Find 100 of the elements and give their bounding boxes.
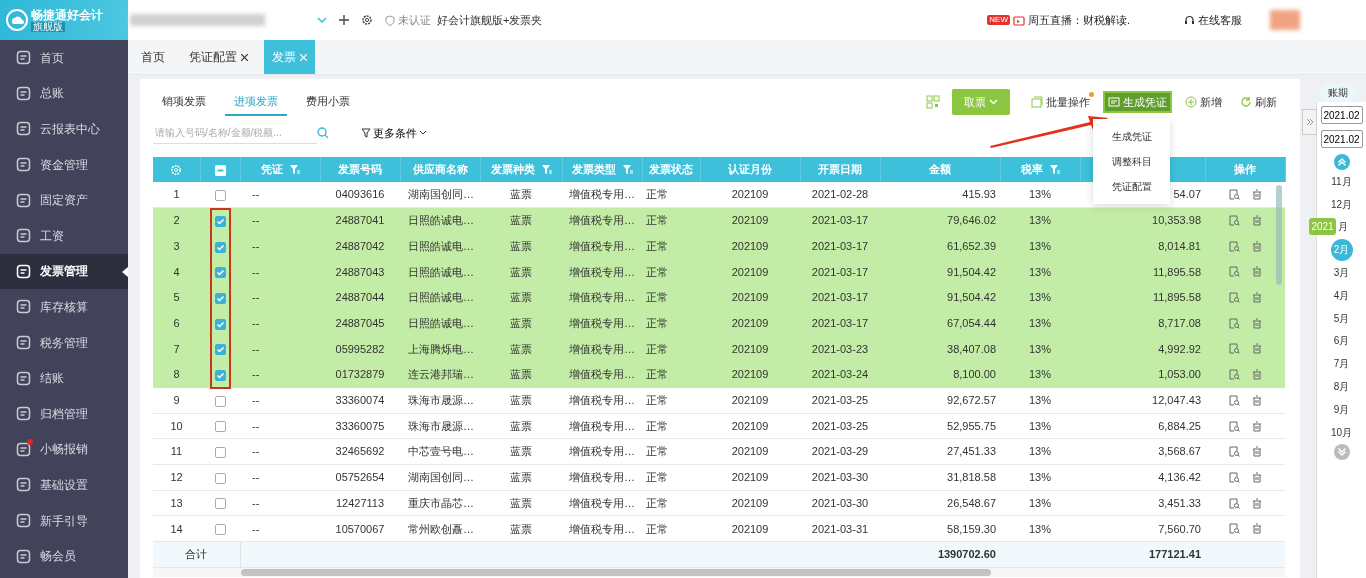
- month-item[interactable]: 11月: [1329, 173, 1354, 189]
- settings-icon[interactable]: [361, 14, 373, 26]
- sidebar-item[interactable]: 库存核算: [0, 289, 128, 325]
- document-search-icon[interactable]: [1228, 471, 1240, 483]
- batch-button[interactable]: 批量操作: [1028, 92, 1093, 112]
- row-checkbox[interactable]: [214, 267, 226, 279]
- trash-icon[interactable]: [1251, 446, 1262, 458]
- sidebar-item[interactable]: 云报表中心: [0, 111, 128, 147]
- row-checkbox[interactable]: [214, 421, 226, 433]
- filter-icon[interactable]: [1048, 164, 1060, 175]
- sub-tab[interactable]: 费用小票: [297, 87, 359, 117]
- trash-icon[interactable]: [1251, 497, 1262, 509]
- refresh-button[interactable]: 刷新: [1237, 92, 1280, 112]
- month-item[interactable]: 9月: [1331, 401, 1352, 417]
- trash-icon[interactable]: [1251, 471, 1262, 483]
- row-checkbox[interactable]: [214, 292, 226, 304]
- sidebar-item[interactable]: 工资: [0, 217, 128, 254]
- row-checkbox[interactable]: [214, 215, 226, 227]
- document-search-icon[interactable]: [1228, 369, 1240, 381]
- document-search-icon[interactable]: [1228, 266, 1240, 278]
- month-item[interactable]: 3月: [1331, 265, 1352, 281]
- row-checkbox[interactable]: [214, 370, 226, 381]
- trash-icon[interactable]: [1251, 394, 1262, 406]
- menu-item[interactable]: 生成凭证: [1093, 124, 1170, 150]
- sidebar-item[interactable]: 固定资产: [0, 182, 128, 218]
- scrollbar-thumb[interactable]: [241, 569, 991, 577]
- filter-icon[interactable]: [621, 164, 633, 175]
- trash-icon[interactable]: [1251, 343, 1262, 355]
- trash-icon[interactable]: [1251, 189, 1262, 201]
- month-item[interactable]: 12月: [1328, 196, 1355, 212]
- row-checkbox[interactable]: [214, 524, 226, 536]
- document-search-icon[interactable]: [1228, 215, 1240, 227]
- trash-icon[interactable]: [1251, 420, 1262, 432]
- trash-icon[interactable]: [1251, 266, 1262, 278]
- search-icon[interactable]: [317, 127, 329, 139]
- collapse-button[interactable]: [1302, 109, 1317, 135]
- sidebar-item[interactable]: 税务管理: [0, 324, 128, 361]
- search-field[interactable]: 请输入号码/名称/金额/税额...: [153, 122, 317, 144]
- live-link[interactable]: 周五直播：财税解读.: [1027, 11, 1130, 29]
- sidebar-item[interactable]: 新手引导: [0, 502, 128, 539]
- tab[interactable]: 凭证配置: [181, 40, 256, 74]
- qr-code-icon[interactable]: [926, 95, 940, 109]
- sidebar-item[interactable]: 总账: [0, 75, 128, 112]
- document-search-icon[interactable]: [1228, 523, 1240, 535]
- sidebar-item[interactable]: 资金管理: [0, 146, 128, 183]
- row-checkbox[interactable]: [214, 344, 226, 356]
- month-item[interactable]: 7月: [1331, 356, 1352, 372]
- row-checkbox[interactable]: [214, 395, 226, 407]
- trash-icon[interactable]: [1251, 215, 1262, 227]
- chevron-down-icon[interactable]: [317, 16, 327, 24]
- month-item[interactable]: 8月: [1331, 379, 1352, 395]
- sidebar-item[interactable]: 发票管理: [0, 253, 128, 290]
- row-checkbox[interactable]: [214, 241, 226, 253]
- trash-icon[interactable]: [1251, 317, 1262, 329]
- document-search-icon[interactable]: [1228, 446, 1240, 458]
- document-search-icon[interactable]: [1228, 497, 1240, 509]
- document-search-icon[interactable]: [1228, 317, 1240, 329]
- menu-item[interactable]: 调整科目: [1093, 149, 1170, 175]
- sidebar-item[interactable]: 归档管理: [0, 395, 128, 432]
- select-all-checkbox[interactable]: [214, 164, 226, 176]
- scroll-up-icon[interactable]: [1333, 154, 1350, 170]
- document-search-icon[interactable]: [1228, 420, 1240, 432]
- month-item[interactable]: 月: [1335, 219, 1350, 235]
- date-field[interactable]: 2021.02: [1320, 106, 1363, 124]
- trash-icon[interactable]: [1251, 292, 1262, 304]
- tab[interactable]: 首页: [133, 40, 173, 74]
- month-item[interactable]: 10月: [1328, 424, 1355, 440]
- sidebar-item[interactable]: 小畅报销: [0, 431, 128, 468]
- add-button[interactable]: 新增: [1182, 92, 1225, 112]
- row-checkbox[interactable]: [214, 498, 226, 510]
- month-item[interactable]: 5月: [1331, 310, 1352, 326]
- more-filters-button[interactable]: 更多条件: [355, 123, 433, 143]
- row-checkbox[interactable]: [214, 189, 226, 201]
- trash-icon[interactable]: [1251, 523, 1262, 535]
- filter-icon[interactable]: [288, 164, 300, 175]
- filter-icon[interactable]: [540, 164, 552, 175]
- month-item[interactable]: 6月: [1331, 333, 1352, 349]
- document-search-icon[interactable]: [1228, 240, 1240, 252]
- support-link[interactable]: 在线客服: [1198, 11, 1242, 29]
- document-search-icon[interactable]: [1228, 343, 1240, 355]
- sidebar-item[interactable]: 结账: [0, 360, 128, 396]
- month-item[interactable]: 4月: [1331, 287, 1352, 303]
- date-field[interactable]: 2021.02: [1320, 130, 1363, 148]
- sub-tab[interactable]: 销项发票: [153, 87, 215, 117]
- trash-icon[interactable]: [1251, 240, 1262, 252]
- sidebar-item[interactable]: 首页: [0, 40, 128, 76]
- menu-item[interactable]: 凭证配置: [1093, 174, 1170, 200]
- plus-icon[interactable]: [339, 15, 349, 25]
- document-search-icon[interactable]: [1228, 292, 1240, 304]
- sidebar-item[interactable]: 畅会员: [0, 538, 128, 574]
- trash-icon[interactable]: [1251, 369, 1262, 381]
- close-icon[interactable]: [241, 53, 248, 61]
- scrollbar-thumb[interactable]: [1276, 185, 1282, 285]
- row-checkbox[interactable]: [214, 472, 226, 484]
- scroll-down-icon[interactable]: [1333, 443, 1350, 460]
- document-search-icon[interactable]: [1228, 394, 1240, 406]
- row-checkbox[interactable]: [214, 447, 226, 459]
- document-search-icon[interactable]: [1228, 189, 1240, 201]
- sidebar-item[interactable]: 基础设置: [0, 467, 128, 503]
- row-checkbox[interactable]: [214, 318, 226, 330]
